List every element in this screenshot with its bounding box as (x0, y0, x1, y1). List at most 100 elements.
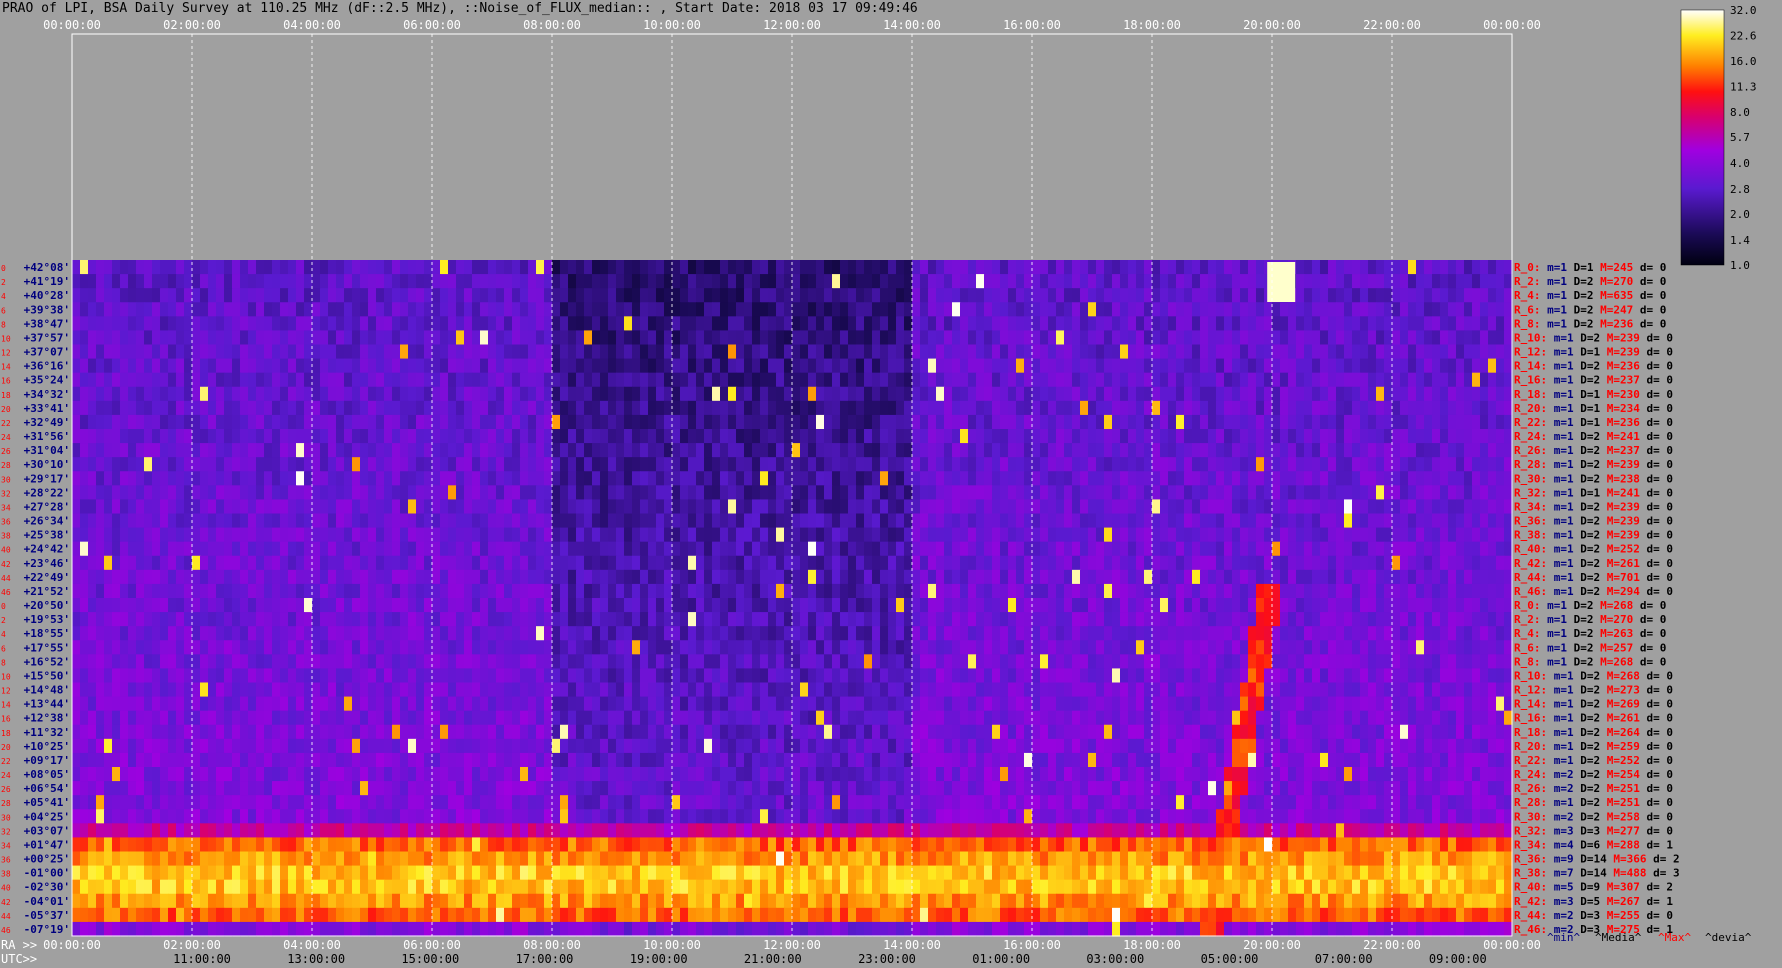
heatmap-cell (1024, 330, 1033, 346)
heatmap-cell (544, 583, 553, 599)
heatmap-cell (1176, 569, 1185, 585)
heatmap-cell (280, 443, 289, 458)
heatmap-cell (1456, 372, 1465, 388)
heatmap-cell (120, 414, 129, 430)
heatmap-cell (824, 302, 833, 317)
heatmap-cell (1168, 443, 1177, 458)
heatmap-cell (504, 302, 513, 317)
heatmap-cell (144, 288, 153, 303)
heatmap-cell (904, 583, 913, 599)
heatmap-cell (1128, 372, 1137, 388)
heatmap-cell (1408, 457, 1417, 472)
heatmap-cell (552, 288, 561, 303)
heatmap-cell (752, 612, 761, 627)
heatmap-cell (712, 330, 721, 346)
heatmap-cell (424, 330, 433, 346)
heatmap-cell (1464, 386, 1473, 402)
heatmap-cell (912, 372, 921, 388)
heatmap-cell (1328, 541, 1337, 557)
heatmap-cell (360, 429, 369, 444)
heatmap-cell (776, 429, 785, 444)
heatmap-cell (208, 583, 217, 599)
heatmap-cell (1000, 429, 1009, 444)
heatmap-cell (744, 443, 753, 458)
heatmap-cell (504, 485, 513, 501)
heatmap-cell (400, 499, 409, 515)
heatmap-cell (1232, 288, 1241, 303)
heatmap-cell (720, 400, 729, 416)
heatmap-cell (1272, 598, 1281, 613)
heatmap-cell (1496, 288, 1505, 303)
heatmap-cell (1120, 541, 1129, 557)
heatmap-cell (256, 344, 265, 360)
heatmap-cell (600, 330, 609, 346)
heatmap-cell (736, 372, 745, 388)
heatmap-cell (1392, 569, 1401, 585)
heatmap-cell (432, 583, 441, 599)
heatmap-cell (248, 555, 257, 571)
heatmap-cell (464, 443, 473, 458)
heatmap-cell (640, 598, 649, 613)
heatmap-cell (640, 429, 649, 444)
heatmap-cell (1088, 485, 1097, 501)
heatmap-cell (1192, 414, 1201, 430)
heatmap-cell (1000, 344, 1009, 360)
heatmap-cell (1136, 555, 1145, 571)
heatmap-cell (1056, 569, 1065, 585)
heatmap-cell (928, 640, 937, 655)
heatmap-cell (1200, 499, 1209, 515)
heatmap-cell (1112, 555, 1121, 571)
heatmap-cell (1464, 583, 1473, 599)
heatmap-cell (1472, 457, 1481, 472)
heatmap-cell (1248, 358, 1257, 374)
heatmap-cell (256, 598, 265, 613)
heatmap-cell (120, 302, 129, 317)
heatmap-cell (832, 569, 841, 585)
heatmap-cell (1112, 598, 1121, 613)
heatmap-cell (256, 640, 265, 655)
heatmap-cell (704, 471, 713, 486)
heatmap-cell (608, 288, 617, 303)
heatmap-cell (696, 583, 705, 599)
heatmap-cell (1280, 372, 1289, 388)
heatmap-cell (1032, 598, 1041, 613)
heatmap-cell (288, 485, 297, 501)
heatmap-cell (912, 288, 921, 303)
heatmap-cell (1408, 344, 1417, 360)
heatmap-cell (760, 626, 769, 641)
heatmap-cell (1200, 471, 1209, 486)
heatmap-cell (656, 386, 665, 402)
heatmap-cell (280, 457, 289, 472)
heatmap-cell (1112, 358, 1121, 374)
heatmap-cell (936, 626, 945, 641)
heatmap-cell (1400, 499, 1409, 515)
heatmap-cell (872, 640, 881, 655)
heatmap-cell (1280, 555, 1289, 571)
heatmap-cell (1472, 386, 1481, 402)
heatmap-cell (728, 541, 737, 557)
heatmap-cell (152, 288, 161, 303)
heatmap-cell (400, 485, 409, 501)
heatmap-cell (768, 358, 777, 374)
heatmap-cell (1456, 400, 1465, 416)
heatmap-cell (200, 358, 209, 374)
heatmap-cell (200, 555, 209, 571)
heatmap-cell (1056, 443, 1065, 458)
heatmap-cell (1024, 400, 1033, 416)
heatmap-cell (1232, 429, 1241, 444)
heatmap-cell (792, 344, 801, 360)
heatmap-cell (1096, 485, 1105, 501)
heatmap-cell (968, 316, 977, 332)
heatmap-cell (1400, 612, 1409, 627)
heatmap-cell (1064, 513, 1073, 529)
heatmap-cell (880, 414, 889, 430)
heatmap-cell (1064, 443, 1073, 458)
heatmap-cell (656, 471, 665, 486)
heatmap-cell (1184, 569, 1193, 585)
heatmap-cell (232, 288, 241, 303)
heatmap-cell (528, 555, 537, 571)
heatmap-cell (616, 344, 625, 360)
heatmap-cell (648, 302, 657, 317)
heatmap-cell (1120, 598, 1129, 613)
heatmap-cell (1320, 386, 1329, 402)
